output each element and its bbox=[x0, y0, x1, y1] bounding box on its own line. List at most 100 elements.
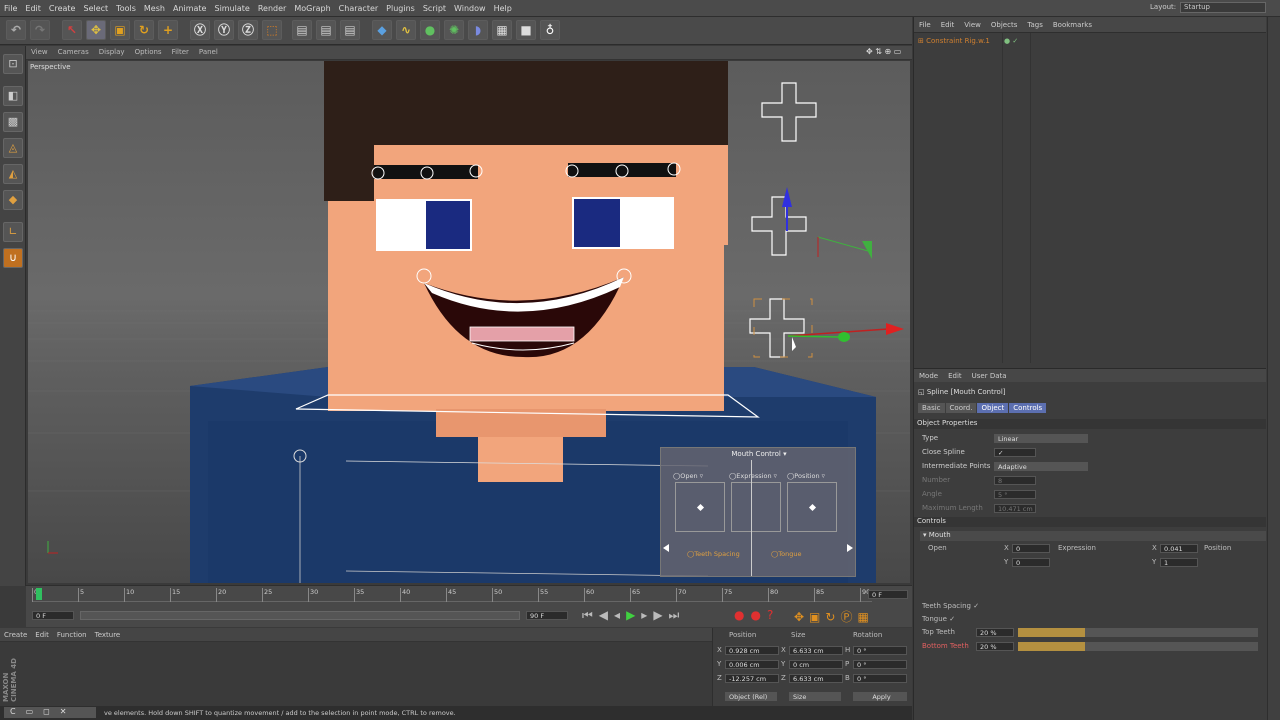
workplane-icon[interactable]: ∟ bbox=[3, 222, 23, 242]
camera-icon[interactable]: ■ bbox=[516, 20, 536, 40]
viewport-menu-item[interactable]: Options bbox=[130, 46, 167, 58]
bottom-teeth-field[interactable]: 20 % bbox=[976, 642, 1014, 651]
window-buttons[interactable]: C▭◻✕ bbox=[4, 707, 96, 718]
side-tabs[interactable] bbox=[1267, 17, 1280, 720]
top-teeth-field[interactable]: 20 % bbox=[976, 628, 1014, 637]
attribute-tab[interactable]: Coord. bbox=[945, 403, 977, 413]
object-flags[interactable]: ● ✓ bbox=[1004, 37, 1018, 45]
viewport-menu-item[interactable]: Filter bbox=[167, 46, 194, 58]
material-menu-item[interactable]: Texture bbox=[91, 628, 125, 642]
move-icon[interactable]: ✥ bbox=[86, 20, 106, 40]
render-view-icon[interactable]: ▤ bbox=[292, 20, 312, 40]
open-y-field[interactable]: 0 bbox=[1012, 558, 1050, 567]
model-mode-icon[interactable]: ◧ bbox=[3, 86, 23, 106]
position-field[interactable]: -12.257 cm bbox=[725, 674, 779, 683]
teeth-spacing-toggle[interactable]: ◯Teeth Spacing bbox=[687, 550, 740, 558]
size-field[interactable]: 0 cm bbox=[789, 660, 843, 669]
attributes-menu-item[interactable]: User Data bbox=[967, 369, 1012, 383]
mouth-group[interactable]: ▾ Mouth bbox=[920, 531, 1266, 541]
property-value[interactable]: 5 ° bbox=[994, 490, 1036, 499]
deformer-icon[interactable]: ◗ bbox=[468, 20, 488, 40]
snap-icon[interactable]: ∪ bbox=[3, 248, 23, 268]
cube-icon[interactable]: ◆ bbox=[372, 20, 392, 40]
expression-pad[interactable] bbox=[731, 482, 781, 532]
objects-menu-item[interactable]: Bookmarks bbox=[1048, 17, 1097, 33]
property-value[interactable]: ✓ bbox=[994, 448, 1036, 457]
menu-item[interactable]: Animate bbox=[169, 0, 211, 13]
size-field[interactable]: 6.633 cm bbox=[789, 646, 843, 655]
objects-menu-item[interactable]: File bbox=[914, 17, 936, 33]
rotation-field[interactable]: 0 ° bbox=[853, 660, 907, 669]
light-icon[interactable]: ♁ bbox=[540, 20, 560, 40]
texture-mode-icon[interactable]: ▩ bbox=[3, 112, 23, 132]
polygons-mode-icon[interactable]: ◆ bbox=[3, 190, 23, 210]
menu-item[interactable]: Select bbox=[79, 0, 112, 13]
viewport-nav-icons[interactable]: ✥ ⇅ ⊕ ▭ bbox=[866, 47, 901, 56]
position-pad[interactable] bbox=[787, 482, 837, 532]
material-manager[interactable] bbox=[0, 642, 712, 706]
render-settings-icon[interactable]: ▤ bbox=[340, 20, 360, 40]
tongue-toggle[interactable]: ◯Tongue bbox=[771, 550, 802, 558]
menu-item[interactable]: Render bbox=[254, 0, 290, 13]
redo-icon[interactable]: ↷ bbox=[30, 20, 50, 40]
position-field[interactable]: 0.006 cm bbox=[725, 660, 779, 669]
subdivision-icon[interactable]: ● bbox=[420, 20, 440, 40]
viewport-menu-item[interactable]: Cameras bbox=[53, 46, 94, 58]
menu-item[interactable]: Help bbox=[490, 0, 516, 13]
attributes-menu-item[interactable]: Edit bbox=[943, 369, 967, 383]
end-frame-field[interactable]: 90 F bbox=[526, 611, 568, 620]
material-menu-item[interactable]: Edit bbox=[31, 628, 53, 642]
property-value[interactable]: 8 bbox=[994, 476, 1036, 485]
expression-x-field[interactable]: 0.041 bbox=[1160, 544, 1198, 553]
top-teeth-slider[interactable] bbox=[1018, 628, 1258, 637]
material-menu-item[interactable]: Create bbox=[0, 628, 31, 642]
object-item[interactable]: ⊞ Constraint Rig.w.1 bbox=[918, 37, 990, 45]
viewport-menu-item[interactable]: Display bbox=[94, 46, 130, 58]
attribute-tab[interactable]: Object bbox=[977, 403, 1009, 413]
bottom-teeth-slider[interactable] bbox=[1018, 642, 1258, 651]
playhead[interactable] bbox=[36, 588, 42, 600]
menu-item[interactable]: Script bbox=[419, 0, 450, 13]
layout-select[interactable]: Startup bbox=[1180, 2, 1266, 13]
viewport[interactable]: Perspective Mouth Control ▾ ◯Open ▿ ◯Exp… bbox=[28, 61, 910, 583]
points-mode-icon[interactable]: ◬ bbox=[3, 138, 23, 158]
viewport-menu-item[interactable]: Panel bbox=[194, 46, 223, 58]
rotation-field[interactable]: 0 ° bbox=[853, 674, 907, 683]
size-field[interactable]: 6.633 cm bbox=[789, 674, 843, 683]
edges-mode-icon[interactable]: ◭ bbox=[3, 164, 23, 184]
open-pad[interactable] bbox=[675, 482, 725, 532]
floor-icon[interactable]: ▦ bbox=[492, 20, 512, 40]
menu-item[interactable]: Tools bbox=[112, 0, 140, 13]
current-frame-field[interactable]: 0 F bbox=[868, 590, 908, 599]
size-mode-select[interactable]: Size bbox=[789, 692, 841, 701]
open-x-field[interactable]: 0 bbox=[1012, 544, 1050, 553]
viewport-menu-item[interactable]: View bbox=[26, 46, 53, 58]
attributes-menu-item[interactable]: Mode bbox=[914, 369, 943, 383]
property-value[interactable]: Linear bbox=[994, 434, 1088, 443]
playback-controls[interactable]: ⏮◀◂▶▸▶⏭ bbox=[582, 608, 685, 623]
attribute-tab[interactable]: Controls bbox=[1009, 403, 1047, 413]
menu-item[interactable]: Plugins bbox=[382, 0, 419, 13]
menu-item[interactable]: Character bbox=[335, 0, 383, 13]
timeline-ruler[interactable]: 051015202530354045505560657075808590 bbox=[32, 588, 872, 602]
y-axis-icon[interactable]: Ⓨ bbox=[214, 20, 234, 40]
menu-item[interactable]: Edit bbox=[21, 0, 45, 13]
right-arrow-icon[interactable] bbox=[847, 544, 853, 552]
left-arrow-icon[interactable] bbox=[663, 544, 669, 552]
live-select-icon[interactable]: ↖ bbox=[62, 20, 82, 40]
property-value[interactable]: 10.471 cm bbox=[994, 504, 1036, 513]
x-axis-icon[interactable]: Ⓧ bbox=[190, 20, 210, 40]
menu-item[interactable]: MoGraph bbox=[290, 0, 334, 13]
start-frame-field[interactable]: 0 F bbox=[32, 611, 74, 620]
coord-mode-select[interactable]: Object (Rel) bbox=[725, 692, 777, 701]
coord-system-icon[interactable]: ⬚ bbox=[262, 20, 282, 40]
frame-range-slider[interactable] bbox=[80, 611, 520, 620]
rotation-field[interactable]: 0 ° bbox=[853, 646, 907, 655]
position-field[interactable]: 0.928 cm bbox=[725, 646, 779, 655]
key-icons[interactable]: ✥▣↻Ⓟ▦ bbox=[794, 608, 874, 625]
scale-icon[interactable]: ▣ bbox=[110, 20, 130, 40]
objects-menu-item[interactable]: Tags bbox=[1022, 17, 1048, 33]
render-picture-icon[interactable]: ▤ bbox=[316, 20, 336, 40]
apply-button[interactable]: Apply bbox=[853, 692, 907, 701]
z-axis-icon[interactable]: Ⓩ bbox=[238, 20, 258, 40]
